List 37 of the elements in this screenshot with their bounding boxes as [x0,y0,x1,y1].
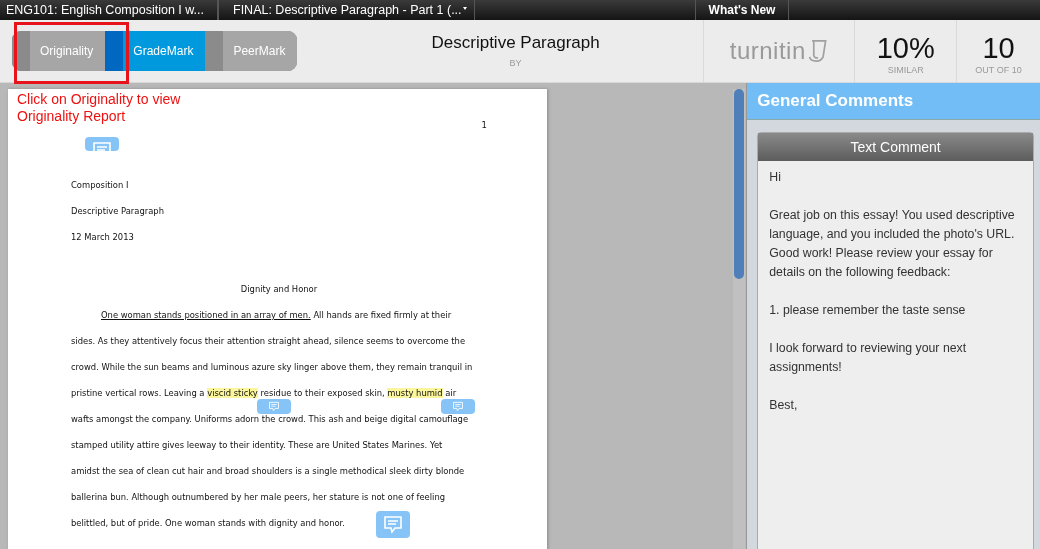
author-label: BY [509,58,522,68]
score-value: 10% [876,33,935,63]
caret-icon[interactable] [462,6,467,10]
paragraph-line: sides. As they attentively focus their attention straight ahead, silence seems to overcome the [71,336,466,347]
paragraph-line: wafts amongst the company. Uniforms adorn the crowd. This ash and beige digital camouflage [71,414,469,425]
page-number: 1 [481,119,487,131]
comment-icon[interactable] [257,399,291,414]
score-value: 10 [982,33,1015,63]
scrollbar-thumb[interactable] [734,89,744,279]
comment-text: Hi [769,169,782,186]
logo-icon [806,38,829,64]
paragraph-line: One woman stands positioned in an array of men. All hands are fixed firmly at their [101,310,452,321]
paragraph-line: stamped utility attire gives leeway to their identity. These are United States Marines. Yet [71,440,443,451]
scrollbar[interactable] [733,89,745,549]
score-label: SIMILAR [887,65,924,75]
paragraph-line: ballerina bun. Although outnumbered by her male peers, her stature is not one of feeling [71,492,446,503]
paragraph-line: pristine vertical rows. Leaving a viscid sticky residue to their exposed skin, musty humid air [71,388,457,399]
paragraph-line: crowd. While the sun beams and luminous azure sky linger above them, they remain tranquil in [71,362,473,373]
comment-icon[interactable] [85,137,119,151]
annotation-text: Click on Originality to view Originality Report [17,91,182,125]
paper-title: Descriptive Paragraph [431,33,600,53]
document-text: Descriptive Paragraph [71,206,164,217]
comment-text: 1. please remember the taste sense [769,302,967,319]
paragraph-line: belittled, but of pride. One woman stands with dignity and honor. [71,518,345,529]
comment-text: Best, [769,397,799,414]
document-text: 12 March 2013 [71,232,134,243]
document-title: Dignity and Honor [240,284,318,295]
card-header: Text Comment [758,133,1033,161]
comment-text: Great job on this essay! You used descriptive language, and you included the photo's URL. Good work! Please review your essay for details on the following feedback: [769,207,1016,281]
comment-icon[interactable] [441,399,475,414]
logo-text: turnitin [729,37,806,65]
panel-header: General Comments [747,83,1040,120]
document-text: Composition I [71,180,129,191]
paragraph-line: amidst the sea of clean cut hair and broad shoulders is a single methodical sleek dirty blonde [71,466,465,477]
comment-icon[interactable] [376,511,410,538]
comment-text: I look forward to reviewing your next assignments! [769,340,968,376]
score-label: OUT OF 10 [975,65,1022,75]
